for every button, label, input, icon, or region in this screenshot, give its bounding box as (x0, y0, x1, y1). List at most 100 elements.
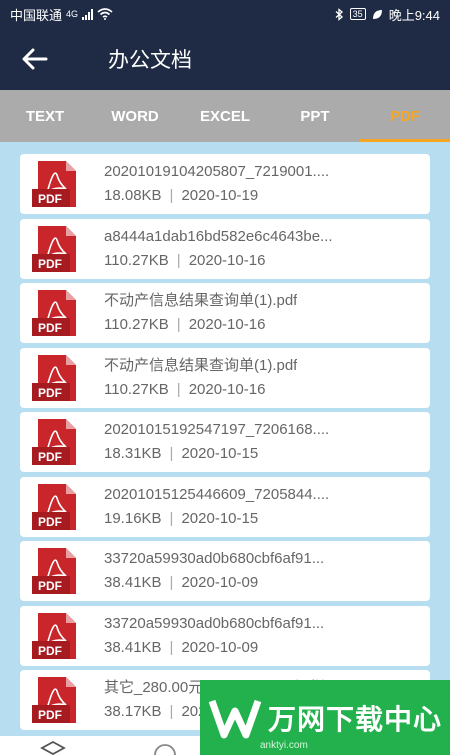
watermark-url: anktyi.com (260, 740, 308, 751)
meta-divider: | (169, 187, 174, 204)
w-logo-icon (208, 699, 262, 738)
file-date: 2020-10-15 (181, 509, 259, 527)
file-size: 19.16KB (104, 509, 162, 527)
file-size: 110.27KB (104, 251, 169, 269)
tab-ppt-label: PPT (300, 107, 330, 125)
meta-divider: | (169, 445, 174, 462)
file-date: 2020-10-16 (188, 251, 266, 269)
status-bar: 中国联通 4G 35 晚上9:44 (0, 0, 450, 28)
file-text: 不动产信息结果查询单(1).pdf 110.27KB | 2020-10-16 (104, 291, 297, 335)
file-date: 2020-10-15 (181, 445, 259, 462)
tab-word[interactable]: WORD (90, 90, 180, 142)
file-size: 18.08KB (104, 187, 162, 204)
file-item[interactable]: PDF 20201015125446609_7205844.... 19.16KB |… (20, 476, 430, 537)
file-item[interactable]: PDF 不动产信息结果查询单(1).pdf 110.27KB | 2020-10-16 (20, 283, 430, 343)
file-item[interactable]: PDF 20201015192547197_7206168.... 18.31KB |… (20, 412, 430, 472)
tab-excel-label: EXCEL (199, 107, 250, 125)
file-size: 18.31KB (104, 445, 162, 462)
clock-icon[interactable] (152, 740, 178, 755)
file-meta: 110.27KB | 2020-10-16 (104, 251, 333, 271)
battery-icon: 35 (349, 8, 366, 20)
meta-divider: | (169, 638, 174, 656)
pdf-file-icon: PDF (32, 290, 76, 336)
pdf-icon-label: PDF (38, 708, 62, 722)
file-size: 38.17KB (104, 703, 162, 720)
file-meta: 18.08KB | 2020-10-19 (104, 186, 329, 206)
meta-divider: | (169, 703, 174, 720)
file-text: a8444a1dab16bd582e6c4643be... 110.27KB | 20… (104, 227, 333, 271)
tab-excel[interactable]: EXCEL (180, 90, 270, 142)
file-text: 20201019104205807_7219001.... 18.08KB | 202… (104, 162, 329, 206)
meta-divider: | (176, 316, 181, 333)
network-label: 4G (66, 9, 79, 19)
pdf-file-icon: PDF (32, 225, 76, 272)
battery-level: 35 (352, 9, 363, 19)
app-header: 办公文档 (0, 28, 450, 90)
file-name: 不动产信息结果查询单(1).pdf (104, 356, 298, 374)
pdf-icon-label: PDF (38, 257, 62, 271)
back-button[interactable] (0, 28, 70, 90)
pdf-file-icon: PDF (32, 548, 76, 594)
file-date: 2020-10-09 (181, 638, 259, 656)
page-title: 办公文档 (108, 48, 192, 72)
file-item[interactable]: PDF 不动产信息结果查询单(1).pdf 110.27KB | 2020-10-16 (20, 347, 430, 408)
file-type-tabs: TEXT WORD EXCEL PPT PDF (0, 90, 450, 142)
file-date: 2020-10-09 (181, 574, 259, 591)
meta-divider: | (176, 380, 181, 398)
pdf-file-icon: PDF (32, 483, 76, 530)
file-text: 33720a59930ad0b680cbf6af91... 38.41KB | 202… (104, 614, 324, 658)
file-meta: 18.31KB | 2020-10-15 (104, 444, 329, 464)
file-text: 不动产信息结果查询单(1).pdf 110.27KB | 2020-10-16 (104, 356, 297, 400)
leaf-icon (372, 9, 382, 19)
file-size: 38.41KB (104, 638, 162, 656)
pdf-file-icon: PDF (32, 612, 76, 659)
file-meta: 38.41KB | 2020-10-09 (104, 638, 324, 658)
meta-divider: | (169, 574, 174, 591)
arrow-left-icon (22, 48, 48, 70)
pdf-icon-label: PDF (38, 644, 62, 658)
bluetooth-icon (335, 7, 343, 21)
pdf-icon-label: PDF (38, 450, 62, 464)
file-name: 不动产信息结果查询单(1).pdf (104, 292, 298, 309)
meta-divider: | (176, 251, 181, 269)
pdf-file-icon: PDF (32, 354, 76, 401)
file-text: 20201015192547197_7206168.... 18.31KB | 202… (104, 420, 329, 464)
file-name: a8444a1dab16bd582e6c4643be... (104, 227, 333, 245)
watermark-text: 万网下载中心 (268, 702, 443, 736)
clock: 晚上9:44 (388, 7, 440, 23)
file-item[interactable]: PDF 33720a59930ad0b680cbf6af91... 38.41KB |… (20, 541, 430, 601)
file-date: 2020-10-19 (181, 187, 259, 204)
signal-icon (82, 8, 94, 20)
file-text: 20201015125446609_7205844.... 19.16KB | 202… (104, 485, 329, 529)
file-item[interactable]: PDF 33720a59930ad0b680cbf6af91... 38.41KB |… (20, 605, 430, 666)
tab-word-label: WORD (111, 107, 159, 125)
meta-divider: | (169, 509, 174, 527)
pdf-icon-label: PDF (38, 192, 62, 206)
file-date: 2020-10-16 (188, 380, 266, 398)
file-name: 20201019104205807_7219001.... (104, 163, 330, 180)
tab-text[interactable]: TEXT (0, 90, 90, 142)
watermark-logo: 万网下载中心 anktyi.com (200, 680, 450, 755)
file-name: 20201015125446609_7205844.... (104, 485, 330, 503)
pdf-file-icon: PDF (32, 419, 76, 465)
file-item[interactable]: PDF a8444a1dab16bd582e6c4643be... 110.27KB… (20, 218, 430, 279)
file-meta: 110.27KB | 2020-10-16 (104, 380, 297, 400)
tab-ppt[interactable]: PPT (270, 90, 360, 142)
tab-pdf[interactable]: PDF (360, 90, 450, 142)
file-size: 110.27KB (104, 380, 169, 398)
file-item[interactable]: PDF 20201019104205807_7219001.... 18.08KB |… (20, 154, 430, 214)
layers-icon[interactable] (40, 740, 66, 755)
carrier-label: 中国联通 (10, 7, 63, 23)
wifi-icon (97, 8, 113, 20)
file-meta: 110.27KB | 2020-10-16 (104, 315, 297, 335)
pdf-file-icon: PDF (32, 677, 76, 723)
file-size: 110.27KB (104, 316, 169, 333)
file-name: 33720a59930ad0b680cbf6af91... (104, 614, 325, 632)
tab-text-label: TEXT (25, 107, 65, 125)
file-text: 33720a59930ad0b680cbf6af91... 38.41KB | 202… (104, 549, 324, 593)
file-meta: 38.41KB | 2020-10-09 (104, 573, 324, 593)
file-size: 38.41KB (104, 574, 162, 591)
pdf-icon-label: PDF (38, 515, 62, 529)
file-name: 20201015192547197_7206168.... (104, 421, 330, 438)
pdf-icon-label: PDF (38, 321, 62, 335)
